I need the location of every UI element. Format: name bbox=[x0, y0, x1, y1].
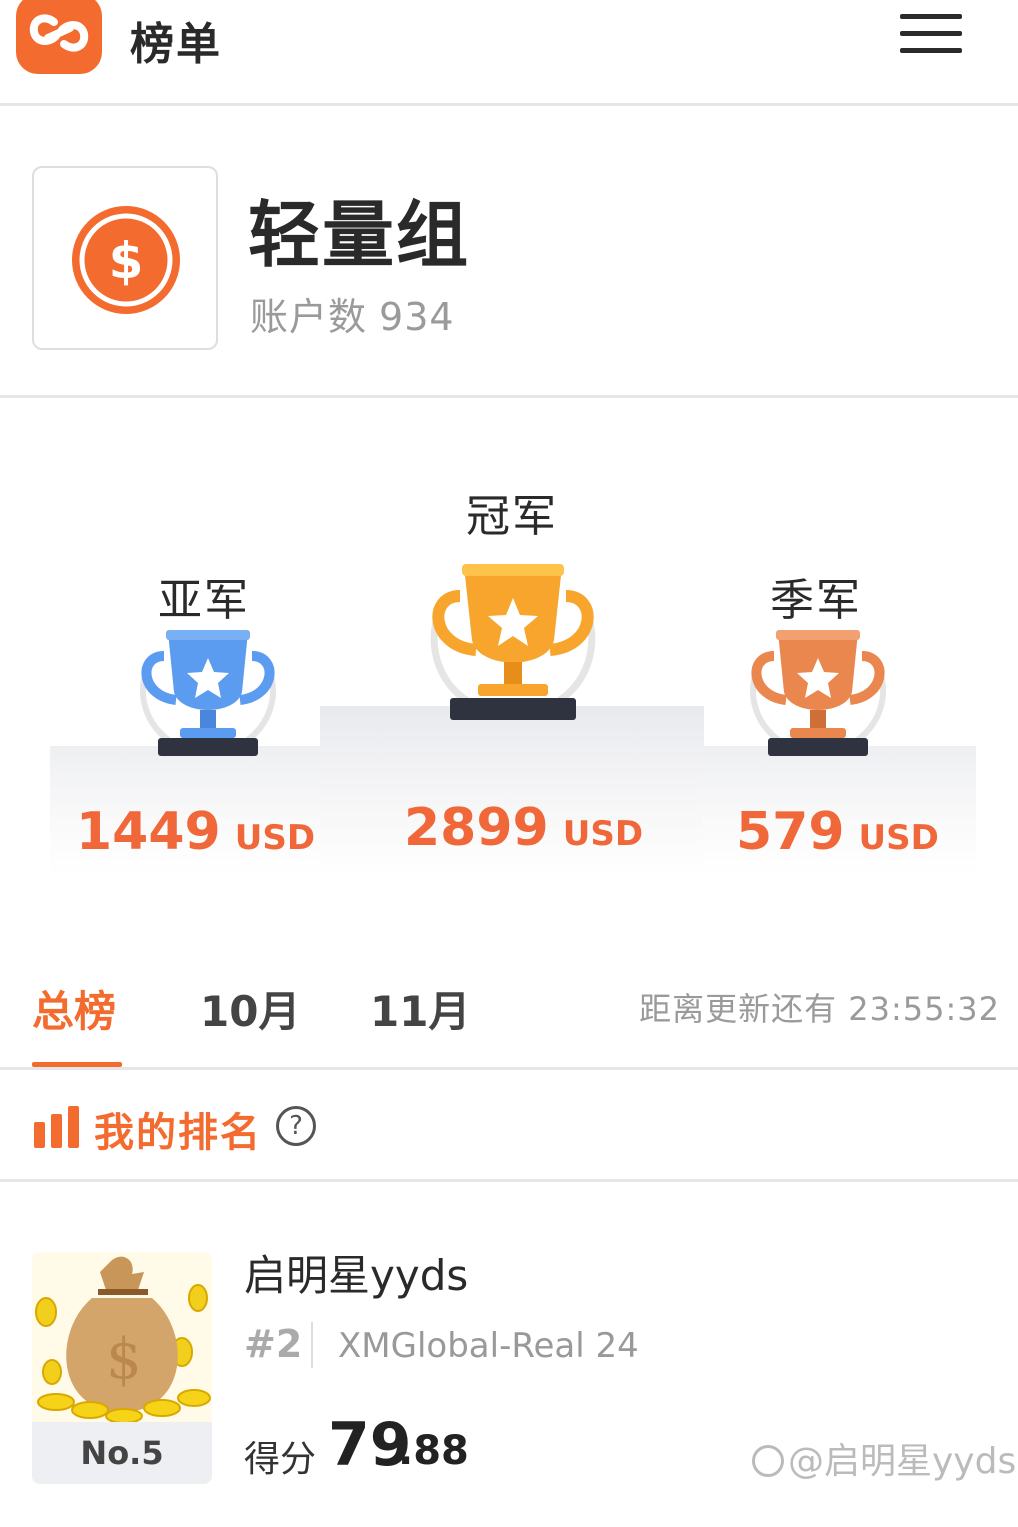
svg-text:$: $ bbox=[106, 1327, 142, 1392]
first-place-currency: USD bbox=[562, 814, 644, 854]
bar-chart-icon bbox=[34, 1106, 80, 1148]
group-icon-box: $ bbox=[32, 166, 218, 350]
entry-server: XMGlobal-Real 24 bbox=[338, 1326, 639, 1366]
first-place-trophy-icon bbox=[430, 564, 596, 720]
second-place-amount: 1449 bbox=[76, 802, 221, 862]
dollar-coin-icon: $ bbox=[72, 206, 180, 314]
my-rank-title: 我的排名 bbox=[94, 1110, 262, 1156]
weibo-icon bbox=[752, 1445, 784, 1477]
countdown-value: 23:55:32 bbox=[848, 990, 1000, 1028]
account-count: 账户数 934 bbox=[250, 286, 455, 341]
my-rank-header: 我的排名 ? bbox=[0, 1070, 1018, 1182]
first-place-amount: 2899 bbox=[404, 798, 549, 858]
first-place-prize: 2899 USD bbox=[404, 798, 643, 858]
third-place-label: 季军 bbox=[770, 575, 862, 626]
podium: 亚军 冠军 季军 1449 USD 2899 USD 579 USD bbox=[0, 398, 1018, 958]
account-count-value: 934 bbox=[379, 295, 455, 339]
avatar: $ No.5 bbox=[32, 1252, 212, 1484]
tab-november[interactable]: 11月 bbox=[370, 978, 470, 1039]
divider bbox=[311, 1322, 313, 1368]
svg-text:$: $ bbox=[109, 232, 144, 290]
first-place-label: 冠军 bbox=[466, 491, 558, 542]
watermark: @启明星yyds bbox=[752, 1432, 1016, 1484]
active-tab-indicator bbox=[32, 1062, 122, 1067]
third-place-currency: USD bbox=[858, 818, 939, 858]
money-bag-icon: $ bbox=[32, 1252, 212, 1422]
hamburger-menu-icon[interactable] bbox=[900, 14, 964, 54]
second-place-prize: 1449 USD bbox=[76, 802, 315, 862]
page-title: 榜单 bbox=[130, 19, 222, 70]
update-countdown: 距离更新还有 23:55:32 bbox=[639, 984, 1000, 1030]
rank-badge: No.5 bbox=[32, 1422, 212, 1484]
group-info-card: $ 轻量组 账户数 934 bbox=[0, 106, 1018, 398]
second-place-trophy-icon bbox=[140, 630, 276, 756]
top-bar: 榜单 bbox=[0, 0, 1018, 106]
tab-overall[interactable]: 总榜 bbox=[32, 978, 116, 1039]
second-place-currency: USD bbox=[234, 818, 316, 858]
score-label: 得分 bbox=[244, 1439, 317, 1480]
app-logo-icon[interactable] bbox=[16, 0, 102, 74]
watermark-text: @启明星yyds bbox=[788, 1441, 1017, 1482]
tab-october[interactable]: 10月 bbox=[200, 978, 300, 1039]
group-name: 轻量组 bbox=[248, 193, 471, 277]
entry-name: 启明星yyds bbox=[244, 1251, 469, 1300]
help-icon[interactable]: ? bbox=[276, 1106, 316, 1146]
third-place-prize: 579 USD bbox=[736, 802, 939, 862]
countdown-label: 距离更新还有 bbox=[639, 990, 838, 1028]
score-decimal: .88 bbox=[398, 1428, 469, 1474]
my-rank-entry[interactable]: $ No.5 启明星yyds #2 XMGlobal-Real 24 得分 79… bbox=[0, 1182, 1018, 1527]
third-place-trophy-icon bbox=[750, 630, 886, 756]
account-count-label: 账户数 bbox=[250, 295, 368, 339]
entry-position: #2 bbox=[244, 1322, 303, 1366]
third-place-amount: 579 bbox=[736, 802, 845, 862]
period-tabs: 总榜 10月 11月 距离更新还有 23:55:32 bbox=[0, 958, 1018, 1070]
second-place-label: 亚军 bbox=[158, 575, 250, 626]
